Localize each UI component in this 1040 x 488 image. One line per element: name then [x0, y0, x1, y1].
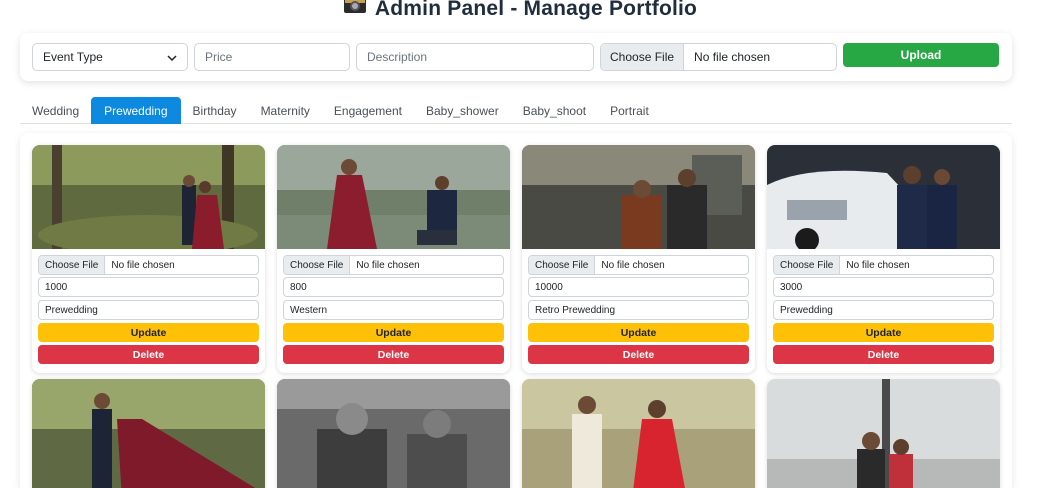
tab-birthday[interactable]: Birthday — [181, 97, 249, 124]
choose-file-button[interactable]: Choose File — [39, 256, 106, 274]
file-input[interactable]: Choose File No file chosen — [528, 255, 749, 275]
file-status: No file chosen — [846, 259, 910, 271]
portfolio-card: Choose File No file chosen 800 Western U… — [277, 145, 510, 373]
update-button[interactable]: Update — [773, 323, 994, 342]
portfolio-photo — [767, 145, 1000, 249]
portfolio-card: Choose File No file chosen 1000 Preweddi… — [32, 145, 265, 373]
choose-file-button[interactable]: Choose File — [774, 256, 841, 274]
price-field[interactable]: 3000 — [773, 277, 994, 297]
portfolio-photo — [277, 379, 510, 488]
portfolio-photo — [522, 145, 755, 249]
portfolio-photo — [32, 379, 265, 488]
portfolio-card: Choose File No file chosen 3000 Preweddi… — [767, 145, 1000, 373]
delete-button[interactable]: Delete — [38, 345, 259, 364]
price-field[interactable]: 1000 — [38, 277, 259, 297]
description-input[interactable]: Description — [356, 43, 594, 71]
price-field[interactable]: 800 — [283, 277, 504, 297]
page-title-text: Admin Panel - Manage Portfolio — [374, 0, 698, 21]
tab-maternity[interactable]: Maternity — [249, 97, 322, 124]
portfolio-photo — [522, 379, 755, 488]
choose-file-button[interactable]: Choose File — [284, 256, 351, 274]
portfolio-photo — [32, 145, 265, 249]
choose-file-button[interactable]: Choose File — [601, 44, 685, 70]
portfolio-card — [32, 379, 265, 488]
file-status: No file chosen — [601, 259, 665, 271]
description-field[interactable]: Prewedding — [773, 300, 994, 320]
price-placeholder: Price — [205, 50, 233, 64]
portfolio-card — [522, 379, 755, 488]
chevron-down-icon — [167, 50, 177, 64]
portfolio-photo — [767, 379, 1000, 488]
description-placeholder: Description — [367, 50, 428, 64]
tab-baby-shoot[interactable]: Baby_shoot — [511, 97, 598, 124]
file-input[interactable]: Choose File No file chosen — [600, 43, 837, 71]
event-type-select[interactable]: Event Type — [32, 43, 188, 71]
file-input[interactable]: Choose File No file chosen — [283, 255, 504, 275]
choose-file-button[interactable]: Choose File — [529, 256, 596, 274]
description-field[interactable]: Western — [283, 300, 504, 320]
file-status: No file chosen — [356, 259, 420, 271]
update-button[interactable]: Update — [283, 323, 504, 342]
portfolio-card — [767, 379, 1000, 488]
tab-baby-shower[interactable]: Baby_shower — [414, 97, 511, 124]
update-button[interactable]: Update — [38, 323, 259, 342]
tab-engagement[interactable]: Engagement — [322, 97, 414, 124]
file-input[interactable]: Choose File No file chosen — [773, 255, 994, 275]
update-button[interactable]: Update — [528, 323, 749, 342]
delete-button[interactable]: Delete — [283, 345, 504, 364]
page-title: Admin Panel - Manage Portfolio — [0, 0, 1040, 26]
portfolio-gallery: Choose File No file chosen 1000 Preweddi… — [20, 133, 1012, 488]
price-input[interactable]: Price — [194, 43, 350, 71]
file-input[interactable]: Choose File No file chosen — [38, 255, 259, 275]
category-tabs: Wedding Prewedding Birthday Maternity En… — [20, 97, 1012, 124]
file-status: No file chosen — [694, 50, 771, 64]
description-field[interactable]: Retro Prewedding — [528, 300, 749, 320]
camera-icon — [343, 0, 367, 21]
upload-button[interactable]: Upload — [843, 43, 999, 67]
portfolio-photo — [277, 145, 510, 249]
portfolio-card: Choose File No file chosen 10000 Retro P… — [522, 145, 755, 373]
price-field[interactable]: 10000 — [528, 277, 749, 297]
upload-form: Event Type Price Description Choose File… — [20, 33, 1012, 81]
event-type-value: Event Type — [43, 50, 103, 64]
tab-prewedding[interactable]: Prewedding — [91, 97, 181, 124]
file-status: No file chosen — [111, 259, 175, 271]
delete-button[interactable]: Delete — [528, 345, 749, 364]
portfolio-card — [277, 379, 510, 488]
tab-wedding[interactable]: Wedding — [20, 97, 91, 124]
description-field[interactable]: Prewedding — [38, 300, 259, 320]
tab-portrait[interactable]: Portrait — [598, 97, 661, 124]
delete-button[interactable]: Delete — [773, 345, 994, 364]
